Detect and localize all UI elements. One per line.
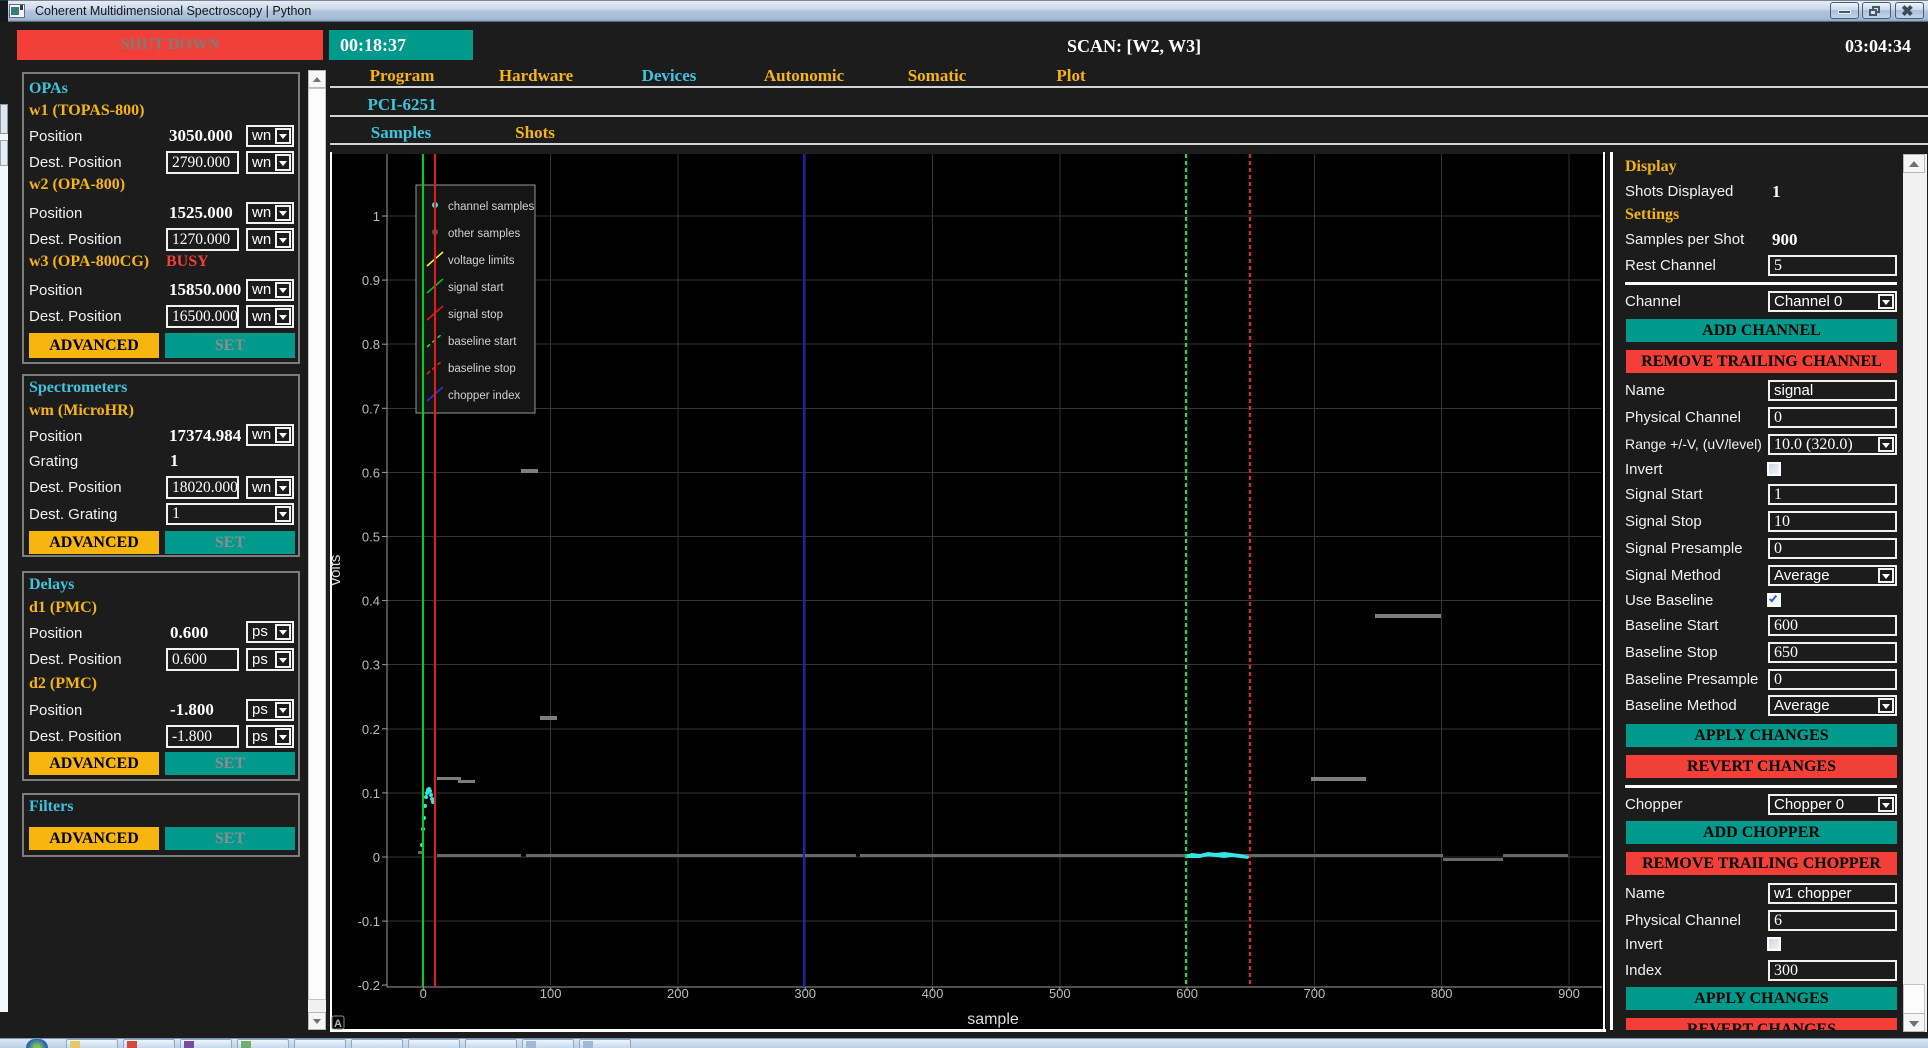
svg-text:sample: sample — [967, 1011, 1019, 1028]
svg-text:0.8: 0.8 — [362, 337, 380, 352]
svg-text:channel samples: channel samples — [448, 201, 535, 213]
svg-text:voltage limits: voltage limits — [448, 255, 515, 267]
svg-text:-0.2: -0.2 — [358, 978, 380, 993]
svg-text:baseline start: baseline start — [448, 336, 517, 348]
svg-text:0.1: 0.1 — [362, 786, 380, 801]
svg-text:chopper index: chopper index — [448, 390, 520, 402]
svg-text:1: 1 — [373, 209, 380, 224]
svg-text:0: 0 — [373, 850, 380, 865]
svg-text:-0.1: -0.1 — [358, 914, 380, 929]
svg-text:0.7: 0.7 — [362, 401, 380, 416]
svg-text:signal start: signal start — [448, 282, 504, 294]
svg-text:signal stop: signal stop — [448, 309, 503, 321]
svg-text:0.4: 0.4 — [362, 594, 380, 609]
svg-text:0.5: 0.5 — [362, 530, 380, 545]
svg-text:other samples: other samples — [448, 228, 520, 240]
svg-text:0.9: 0.9 — [362, 273, 380, 288]
svg-text:volts: volts — [330, 555, 344, 586]
svg-text:0.3: 0.3 — [362, 658, 380, 673]
svg-text:A: A — [334, 1018, 342, 1030]
svg-text:baseline stop: baseline stop — [448, 363, 516, 375]
svg-text:0.6: 0.6 — [362, 465, 380, 480]
svg-text:0.2: 0.2 — [362, 722, 380, 737]
